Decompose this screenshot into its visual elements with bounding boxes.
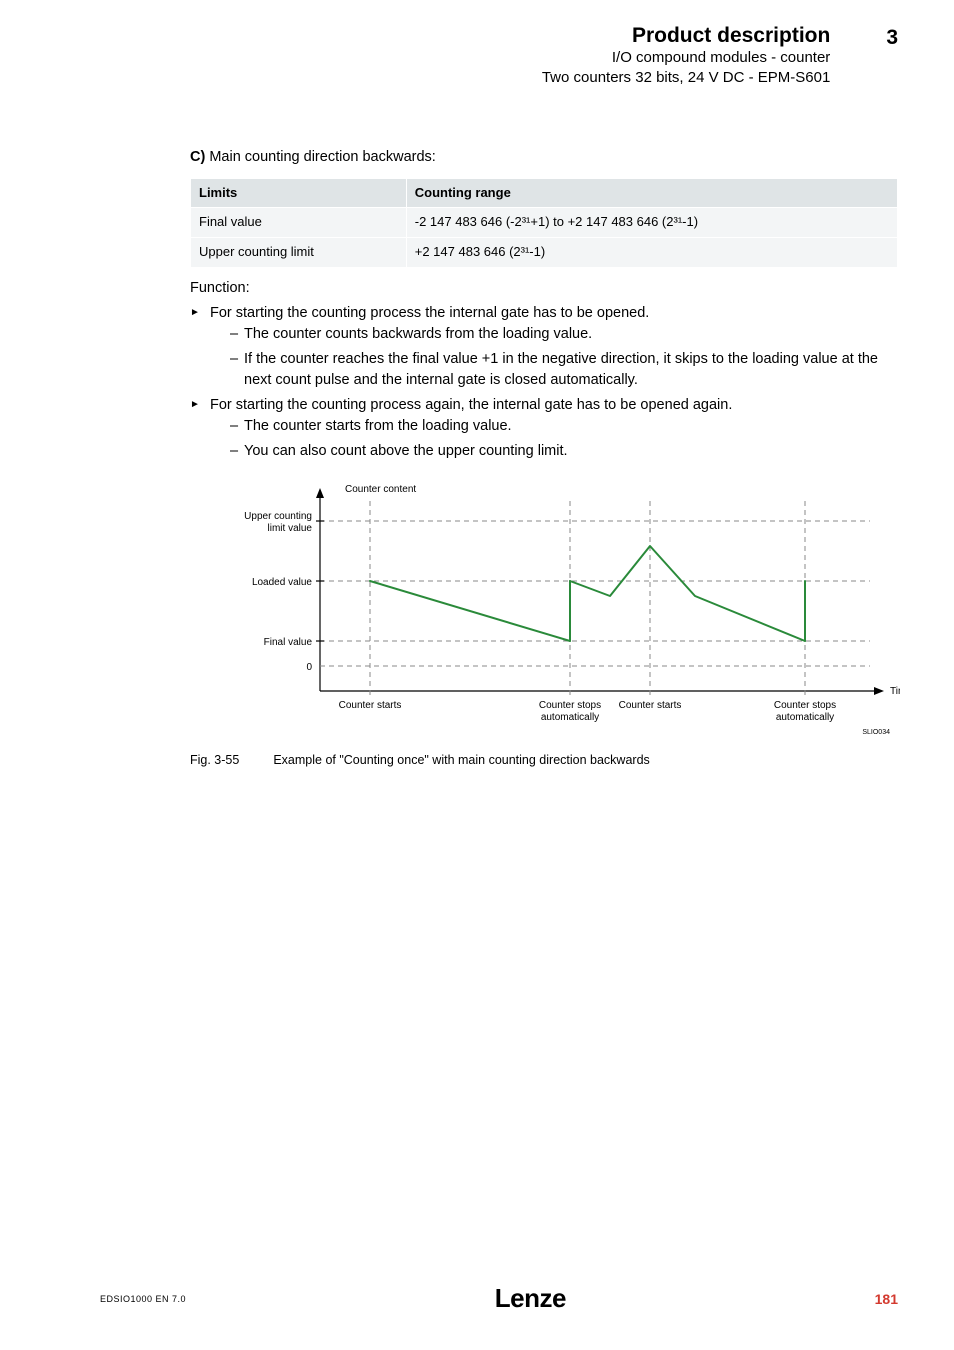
table-row: Final value -2 147 483 646 (-2³¹+1) to +…	[191, 208, 898, 238]
bullet-main: For starting the counting process again,…	[210, 397, 732, 413]
function-label: Function:	[190, 278, 898, 299]
chart-ylabel-upper-line2: limit value	[268, 523, 313, 534]
table-row: Upper counting limit +2 147 483 646 (2³¹…	[191, 238, 898, 268]
bullet-sub: If the counter reaches the final value +…	[230, 349, 898, 391]
chart-event-start2: Counter starts	[619, 700, 682, 711]
chart-event-stop1-l1: Counter stops	[539, 700, 601, 711]
bullet-item: For starting the counting process again,…	[190, 395, 898, 462]
chart-ylabel-zero: 0	[306, 662, 312, 673]
chart-event-start1: Counter starts	[339, 700, 402, 711]
chart-ylabel-upper-line1: Upper counting	[244, 511, 312, 522]
header-subtitle-2: Two counters 32 bits, 24 V DC - EPM-S601	[542, 68, 830, 88]
chart-svg: Counter content Upper counting limit val…	[190, 476, 900, 736]
header-chapter-number: 3	[886, 26, 898, 50]
chart-ylabel-final: Final value	[264, 637, 313, 648]
table-cell-limit: Upper counting limit	[191, 238, 407, 268]
page-number: 181	[875, 1291, 898, 1307]
chart-ylabel-title: Counter content	[345, 484, 416, 495]
section-c-label: C)	[190, 149, 205, 165]
table-cell-range: +2 147 483 646 (2³¹-1)	[406, 238, 897, 268]
main-content: C) Main counting direction backwards: Li…	[100, 147, 898, 770]
figure-caption-number: Fig. 3-55	[190, 751, 239, 769]
page-header: Product description I/O compound modules…	[100, 24, 898, 89]
page-footer: EDSIO1000 EN 7.0 Lenze 181	[0, 1283, 954, 1314]
bullet-sub: The counter starts from the loading valu…	[230, 416, 898, 437]
figure-3-55: Counter content Upper counting limit val…	[190, 476, 898, 769]
table-header-range: Counting range	[406, 178, 897, 208]
table-cell-limit: Final value	[191, 208, 407, 238]
bullet-item: For starting the counting process the in…	[190, 303, 898, 391]
footer-doc-id: EDSIO1000 EN 7.0	[100, 1294, 186, 1304]
section-c-heading: C) Main counting direction backwards:	[190, 147, 898, 168]
limits-table: Limits Counting range Final value -2 147…	[190, 178, 898, 269]
figure-caption: Fig. 3-55 Example of "Counting once" wit…	[190, 751, 898, 769]
section-c-text: Main counting direction backwards:	[205, 149, 436, 165]
chart-ylabel-loaded: Loaded value	[252, 577, 312, 588]
bullet-sub: You can also count above the upper count…	[230, 441, 898, 462]
chart-event-stop2-l1: Counter stops	[774, 700, 836, 711]
lenze-logo: Lenze	[495, 1283, 566, 1314]
table-cell-range: -2 147 483 646 (-2³¹+1) to +2 147 483 64…	[406, 208, 897, 238]
header-title: Product description	[542, 24, 830, 48]
function-bullets: For starting the counting process the in…	[190, 303, 898, 462]
table-header-limits: Limits	[191, 178, 407, 208]
chart-event-stop2-l2: automatically	[776, 712, 834, 723]
figure-id: SLIO034	[862, 729, 890, 736]
header-subtitle-1: I/O compound modules - counter	[542, 48, 830, 68]
figure-caption-text: Example of "Counting once" with main cou…	[273, 751, 649, 769]
bullet-sub: The counter counts backwards from the lo…	[230, 324, 898, 345]
chart-event-stop1-l2: automatically	[541, 712, 599, 723]
bullet-main: For starting the counting process the in…	[210, 305, 649, 321]
chart-xlabel-time: Time	[890, 686, 900, 697]
